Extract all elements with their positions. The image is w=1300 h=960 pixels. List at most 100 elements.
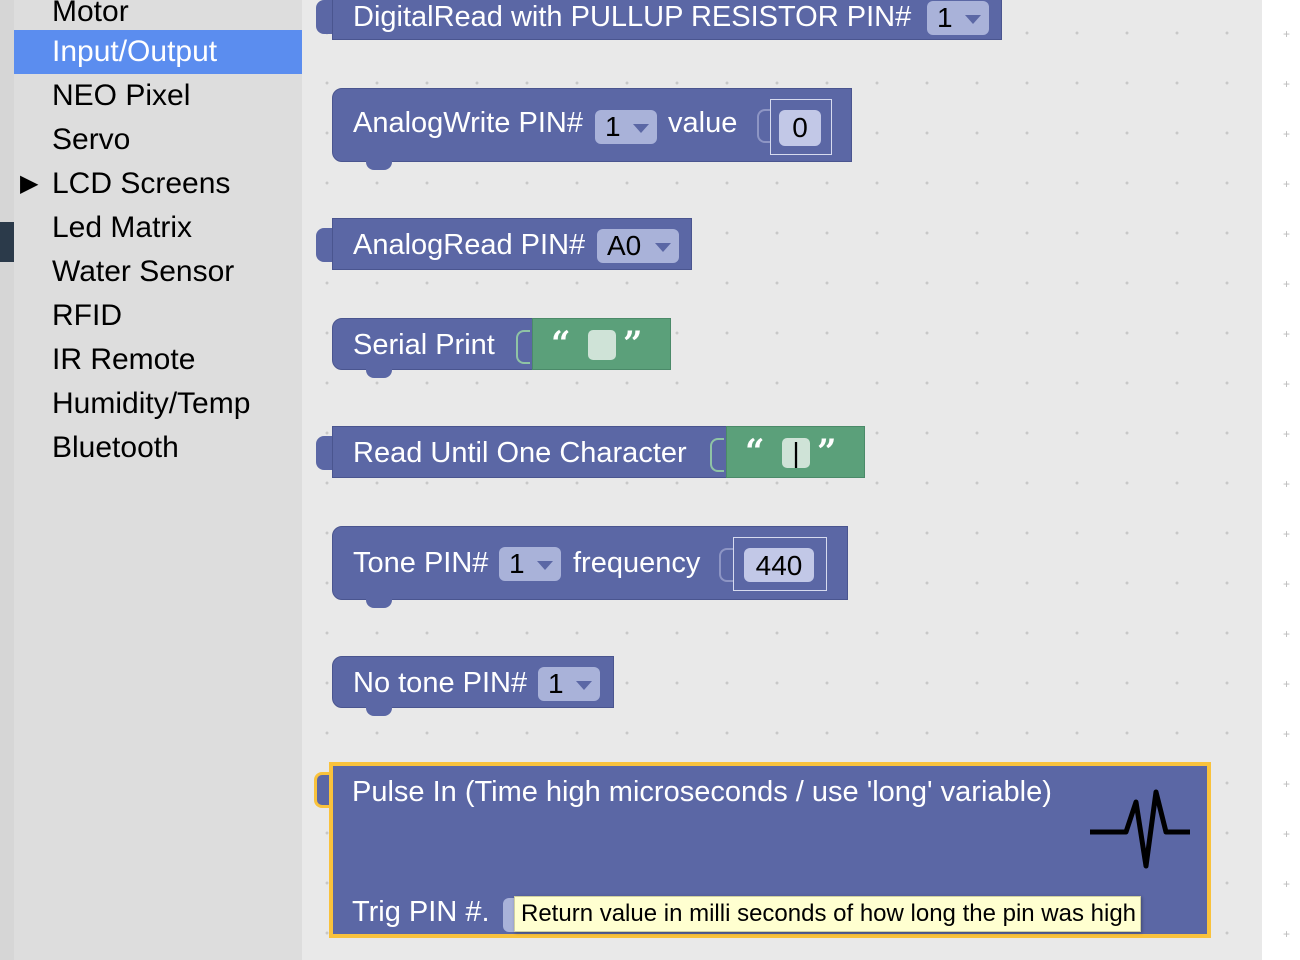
input-socket [516,330,530,364]
string-block[interactable]: “ | ” [726,426,865,478]
scroll-area[interactable] [1262,0,1300,960]
block-analogwrite[interactable]: AnalogWrite PIN# 1 value 0 [332,88,852,162]
category-bluetooth[interactable]: Bluetooth [14,426,302,470]
left-edge-dark-segment [0,222,14,262]
next-connector [366,707,392,716]
pin-value: 1 [937,2,953,33]
grid-plus-mark: + [1283,277,1291,291]
number-block[interactable]: 0 [770,99,832,155]
block-label: DigitalRead with PULLUP RESISTOR PIN# [353,1,912,33]
category-motor[interactable]: Motor [14,0,302,34]
block-label: Pulse In (Time high microseconds / use '… [352,776,1052,808]
string-block[interactable]: “ ” [532,318,671,370]
chevron-down-icon [633,124,649,133]
next-connector [366,369,392,378]
number-field[interactable]: 440 [744,548,814,582]
grid-plus-mark: + [1283,577,1291,591]
category-water-sensor[interactable]: Water Sensor [14,250,302,294]
category-ir-remote[interactable]: IR Remote [14,338,302,382]
category-label: Water Sensor [52,255,235,288]
block-serial-print[interactable]: Serial Print [332,318,536,370]
block-label: AnalogWrite PIN# [353,107,583,139]
pin-dropdown[interactable]: 1 [595,110,657,144]
category-label: Input/Output [52,35,218,68]
input-socket [719,548,733,582]
block-label: Serial Print [353,329,495,361]
pulse-icon [1090,789,1190,869]
string-field[interactable] [588,330,616,360]
grid-plus-mark: + [1283,827,1291,841]
category-neo-pixel[interactable]: NEO Pixel [14,74,302,118]
string-field[interactable]: | [782,438,810,468]
category-servo[interactable]: Servo [14,118,302,162]
grid-plus-mark: + [1283,27,1291,41]
grid-plus-mark: + [1283,477,1291,491]
open-quote-icon: “ [745,432,765,472]
grid-plus-mark: + [1283,777,1291,791]
close-quote-icon: ” [623,324,643,364]
category-label: IR Remote [52,343,196,376]
category-label: NEO Pixel [52,79,191,112]
grid-plus-mark: + [1283,927,1291,941]
grid-plus-mark: + [1283,877,1291,891]
grid-plus-mark: + [1283,127,1291,141]
grid-plus-mark: + [1283,627,1291,641]
block-digitalread-pullup[interactable]: DigitalRead with PULLUP RESISTOR PIN# 1 [332,0,1002,40]
category-label: LCD Screens [52,167,231,200]
chevron-down-icon [965,15,981,24]
block-label: No tone PIN# [353,667,528,699]
toolbox: Motor Input/Output NEO Pixel Servo ▶ LCD … [14,0,302,960]
grid-plus-mark: + [1283,177,1291,191]
pin-dropdown[interactable]: 1 [927,1,989,35]
pin-value: 1 [509,548,525,579]
category-led-matrix[interactable]: Led Matrix [14,206,302,250]
category-input-output[interactable]: Input/Output [14,30,302,74]
block-label: Tone PIN# [353,547,489,579]
open-quote-icon: “ [551,324,571,364]
expand-arrow-icon[interactable]: ▶ [20,162,38,206]
grid-plus-mark: + [1283,677,1291,691]
next-connector [366,161,392,170]
chevron-down-icon [537,561,553,570]
pin-dropdown[interactable]: 1 [538,667,600,701]
tooltip: Return value in milli seconds of how lon… [514,896,1141,932]
category-humidity-temp[interactable]: Humidity/Temp [14,382,302,426]
grid-plus-mark: + [1283,227,1291,241]
pin-dropdown[interactable]: A0 [597,229,679,263]
category-lcd-screens[interactable]: ▶ LCD Screens [14,162,302,206]
category-rfid[interactable]: RFID [14,294,302,338]
category-label: Servo [52,123,131,156]
block-read-until[interactable]: Read Until One Character [332,426,728,478]
block-tone[interactable]: Tone PIN# 1 frequency 440 [332,526,848,600]
input-socket [710,438,724,472]
close-quote-icon: ” [817,432,837,472]
block-label: Read Until One Character [353,437,687,469]
input-socket [757,109,771,143]
category-label: Motor [52,0,129,28]
pin-value: 1 [548,668,564,699]
trig-pin-label: Trig PIN #. [352,896,490,928]
grid-plus-mark: + [1283,727,1291,741]
block-no-tone[interactable]: No tone PIN# 1 [332,656,614,708]
grid-plus-mark: + [1283,77,1291,91]
category-label: Bluetooth [52,431,179,464]
chevron-down-icon [576,681,592,690]
grid-plus-mark: + [1283,327,1291,341]
value-label: value [668,107,738,139]
category-label: RFID [52,299,122,332]
category-label: Humidity/Temp [52,387,251,420]
frequency-label: frequency [573,547,701,579]
pin-value: 1 [605,111,621,142]
grid-plus-mark: + [1283,377,1291,391]
pin-value: A0 [607,230,642,261]
block-analogread[interactable]: AnalogRead PIN# A0 [332,218,692,270]
number-field[interactable]: 0 [779,110,821,146]
block-label: AnalogRead PIN# [353,229,586,261]
chevron-down-icon [655,243,671,252]
pin-dropdown[interactable]: 1 [499,547,561,581]
category-label: Led Matrix [52,211,193,244]
next-connector [366,599,392,608]
grid-plus-mark: + [1283,427,1291,441]
grid-plus-mark: + [1283,527,1291,541]
number-block[interactable]: 440 [733,537,827,591]
